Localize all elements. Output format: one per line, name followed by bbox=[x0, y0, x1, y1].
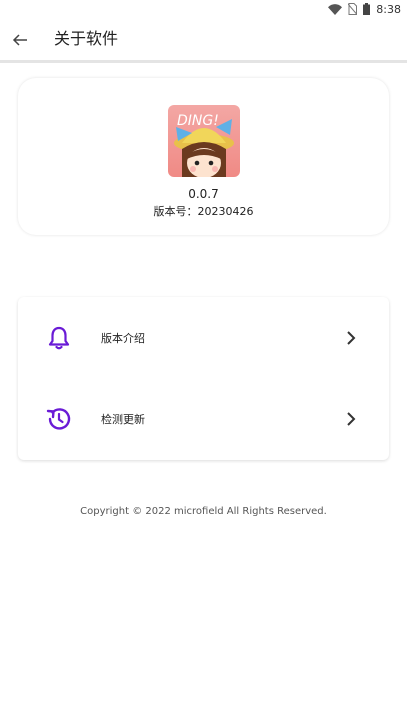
menu-item-version-intro[interactable]: 版本介绍 bbox=[18, 297, 389, 378]
menu-item-label: 检测更新 bbox=[101, 413, 145, 426]
chevron-right-icon bbox=[347, 412, 356, 426]
no-sim-icon bbox=[348, 3, 358, 15]
build-number: 版本号：20230426 bbox=[153, 205, 254, 218]
menu-item-label: 版本介绍 bbox=[101, 332, 145, 345]
status-time: 8:38 bbox=[376, 2, 401, 16]
app-bar: 关于软件 bbox=[0, 20, 407, 63]
menu-card: 版本介绍 检测更新 bbox=[18, 297, 389, 460]
copyright-text: Copyright © 2022 microfield All Rights R… bbox=[80, 506, 327, 517]
version-number: 0.0.7 bbox=[188, 187, 219, 201]
chevron-right-icon bbox=[347, 331, 356, 345]
bell-icon bbox=[48, 326, 70, 350]
battery-icon bbox=[363, 3, 371, 15]
app-info-card: DING! 0.0.7 版本号：20230426 bbox=[18, 78, 389, 235]
menu-item-check-update[interactable]: 检测更新 bbox=[18, 378, 389, 459]
refresh-clock-icon bbox=[46, 408, 71, 430]
status-bar: 8:38 bbox=[0, 0, 407, 20]
svg-text:DING!: DING! bbox=[177, 113, 219, 129]
page-title: 关于软件 bbox=[54, 29, 119, 48]
wifi-icon bbox=[328, 3, 343, 15]
app-logo: DING! bbox=[168, 105, 240, 177]
back-button[interactable] bbox=[8, 28, 32, 52]
status-icons: 8:38 bbox=[328, 2, 401, 16]
arrow-left-icon bbox=[12, 34, 27, 46]
